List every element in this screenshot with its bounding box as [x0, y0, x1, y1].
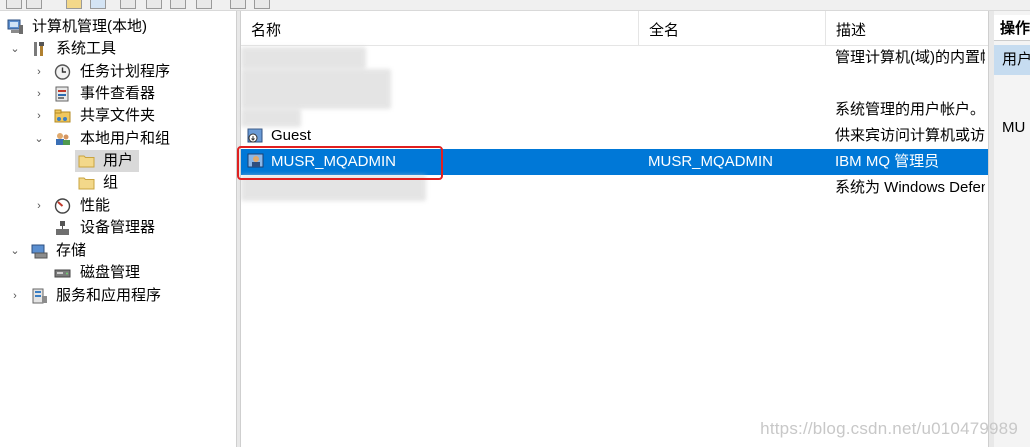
tree-label: 本地用户和组	[80, 130, 171, 147]
new-button[interactable]	[230, 0, 246, 9]
toolbar	[0, 0, 1030, 11]
cell-description: 系统管理的用户帐户。	[835, 101, 985, 118]
chevron-right-icon[interactable]: ›	[9, 285, 21, 307]
tree-label: 计算机管理(本地)	[32, 18, 147, 35]
chevron-right-icon[interactable]: ›	[33, 195, 45, 217]
tools-icon	[34, 42, 44, 56]
tree-node-disk-management[interactable]: 磁盘管理	[0, 262, 236, 284]
tree-node-shared-folders[interactable]: › 共享文件夹	[0, 105, 236, 127]
event-log-icon	[55, 86, 69, 102]
folder-icon	[78, 177, 95, 190]
cell-description: 系统为 Windows Defen	[835, 179, 985, 196]
tree-node-event-viewer[interactable]: › 事件查看器	[0, 83, 236, 105]
tree-node-device-manager[interactable]: 设备管理器	[0, 217, 236, 239]
column-header-name[interactable]: 名称	[241, 11, 639, 45]
users-group-icon	[56, 133, 70, 145]
tree-label: 事件查看器	[80, 85, 156, 102]
services-icon	[32, 288, 47, 304]
tree-label: 共享文件夹	[80, 107, 156, 124]
clock-icon	[54, 64, 71, 80]
computer-management-icon	[7, 19, 23, 34]
chevron-down-icon[interactable]: ⌄	[9, 240, 21, 262]
show-hide-tree-button[interactable]	[90, 0, 106, 9]
tree-node-services-applications[interactable]: › 服务和应用程序	[0, 285, 236, 307]
tree-node-users[interactable]: 用户	[0, 150, 236, 172]
actions-section-selected-user[interactable]: MU	[994, 115, 1030, 141]
tree-label: 任务计划程序	[80, 63, 171, 80]
disk-icon	[54, 269, 71, 278]
tree-label: 存储	[56, 242, 87, 259]
export-button[interactable]	[170, 0, 186, 9]
chevron-right-icon[interactable]: ›	[33, 83, 45, 105]
performance-gauge-icon	[54, 198, 71, 214]
column-header-description[interactable]: 描述	[826, 11, 988, 45]
help-button[interactable]	[146, 0, 162, 9]
view-button[interactable]	[254, 0, 270, 9]
redacted-name-blur	[241, 69, 391, 109]
chevron-right-icon[interactable]: ›	[33, 61, 45, 83]
tree-node-storage[interactable]: ⌄ 存储	[0, 240, 236, 262]
navigation-tree: 计算机管理(本地) ⌄ 系统工具 › 任务计划程序 › 事件查看器 › 共享文件…	[0, 11, 236, 447]
tree-label: 用户	[103, 152, 134, 169]
folder-up-button[interactable]	[66, 0, 82, 9]
tree-node-local-users-groups[interactable]: ⌄ 本地用户和组	[0, 128, 236, 150]
red-highlight-box	[237, 146, 443, 180]
watermark-text: https://blog.csdn.net/u010479989	[760, 419, 1018, 438]
tree-node-performance[interactable]: › 性能	[0, 195, 236, 217]
actions-header: 操作	[994, 15, 1030, 41]
list-header: 名称 全名 描述	[241, 11, 988, 46]
disabled-user-icon	[247, 128, 263, 143]
tree-node-task-scheduler[interactable]: › 任务计划程序	[0, 61, 236, 83]
chevron-right-icon[interactable]: ›	[33, 105, 45, 127]
actions-section-users[interactable]: 用户	[994, 45, 1030, 75]
column-header-fullname[interactable]: 全名	[639, 11, 826, 45]
cell-description: 供来宾访问计算机或访	[835, 127, 985, 144]
cell-fullname: MUSR_MQADMIN	[648, 153, 774, 170]
tree-label: 磁盘管理	[80, 264, 141, 281]
cell-description: 管理计算机(域)的内置帐	[835, 49, 985, 66]
folder-icon	[78, 155, 95, 168]
device-manager-icon	[56, 221, 69, 235]
chevron-down-icon[interactable]: ⌄	[33, 128, 45, 150]
redacted-name-blur	[241, 109, 301, 127]
back-button[interactable]	[6, 0, 22, 9]
storage-icon	[31, 244, 48, 259]
tree-node-system-tools[interactable]: ⌄ 系统工具	[0, 38, 236, 60]
redacted-name-blur	[241, 47, 366, 69]
cell-description: IBM MQ 管理员	[835, 153, 940, 170]
refresh-button[interactable]	[196, 0, 212, 9]
properties-button[interactable]	[120, 0, 136, 9]
tree-label: 服务和应用程序	[56, 287, 162, 304]
tree-node-groups[interactable]: 组	[0, 172, 236, 194]
tree-label: 性能	[80, 197, 111, 214]
tree-label: 设备管理器	[80, 219, 156, 236]
user-list-view: 名称 全名 描述 管理计算机(域)的内置帐 系统管理的用户帐户。 Guest 供…	[237, 11, 988, 447]
forward-button[interactable]	[26, 0, 42, 9]
tree-label: 组	[103, 174, 119, 191]
tree-label: 系统工具	[56, 40, 117, 57]
actions-pane: 操作 用户 MU	[994, 11, 1030, 447]
shared-folder-icon	[54, 109, 71, 123]
tree-node-computer-management[interactable]: 计算机管理(本地)	[0, 16, 236, 38]
chevron-down-icon[interactable]: ⌄	[9, 38, 21, 60]
